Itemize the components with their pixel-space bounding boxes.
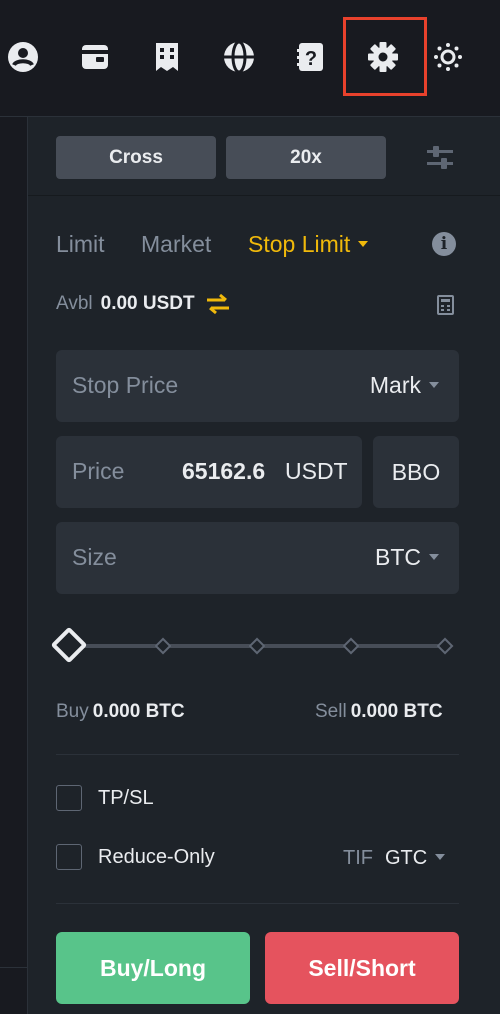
stop-trigger-select[interactable]: Mark bbox=[370, 372, 439, 399]
reduce-only-option[interactable]: Reduce-Only bbox=[56, 844, 215, 870]
available-balance: Avbl 0.00 USDT bbox=[56, 293, 231, 315]
tpsl-label: TP/SL bbox=[98, 786, 154, 809]
caret-down-icon bbox=[358, 240, 369, 247]
sell-max-label: Sell bbox=[315, 701, 347, 722]
tif-select[interactable]: TIF GTC bbox=[343, 847, 446, 870]
size-field[interactable]: Size BTC bbox=[56, 522, 459, 594]
svg-text:?: ? bbox=[305, 48, 317, 70]
account-icon[interactable] bbox=[6, 40, 40, 74]
tab-limit[interactable]: Limit bbox=[56, 231, 105, 258]
wallet-icon[interactable] bbox=[78, 40, 112, 74]
size-unit-select[interactable]: BTC bbox=[375, 544, 439, 571]
available-label: Avbl bbox=[56, 293, 93, 314]
price-unit: USDT bbox=[285, 458, 348, 484]
tab-market[interactable]: Market bbox=[141, 231, 211, 258]
adjust-sliders-icon[interactable] bbox=[425, 143, 455, 173]
settings-highlight-box bbox=[343, 17, 427, 96]
margin-mode-button[interactable]: Cross bbox=[56, 136, 216, 179]
sell-short-button[interactable]: Sell/Short bbox=[265, 932, 459, 1004]
slider-step-100[interactable] bbox=[436, 637, 454, 655]
reduce-only-label: Reduce-Only bbox=[98, 845, 215, 868]
bbo-button[interactable]: BBO bbox=[373, 436, 459, 508]
orders-icon[interactable] bbox=[150, 40, 184, 74]
panel-divider bbox=[28, 195, 500, 196]
price-value[interactable]: 65162.6 bbox=[182, 458, 265, 485]
size-label: Size bbox=[72, 544, 117, 570]
reduce-only-checkbox[interactable] bbox=[56, 844, 82, 870]
caret-down-icon bbox=[429, 553, 439, 560]
slider-step-75[interactable] bbox=[342, 637, 360, 655]
buy-max-label: Buy bbox=[56, 701, 89, 722]
available-value: 0.00 USDT bbox=[100, 293, 195, 314]
tif-value: GTC bbox=[385, 847, 428, 869]
buy-long-button[interactable]: Buy/Long bbox=[56, 932, 250, 1004]
theme-sun-icon[interactable] bbox=[431, 40, 465, 74]
price-field[interactable]: Price 65162.6 USDT bbox=[56, 436, 362, 508]
tpsl-checkbox[interactable] bbox=[56, 785, 82, 811]
tpsl-option[interactable]: TP/SL bbox=[56, 785, 154, 811]
tab-stop-limit-label: Stop Limit bbox=[248, 231, 351, 257]
left-pane bbox=[0, 117, 28, 1014]
slider-step-25[interactable] bbox=[154, 637, 172, 655]
sell-max-info: Sell 0.000 BTC bbox=[315, 701, 443, 723]
stop-price-label: Stop Price bbox=[72, 372, 179, 398]
slider-thumb[interactable] bbox=[50, 626, 88, 664]
leverage-button[interactable]: 20x bbox=[226, 136, 386, 179]
top-toolbar: ? bbox=[0, 0, 500, 117]
tab-stop-limit[interactable]: Stop Limit bbox=[248, 231, 369, 258]
caret-down-icon bbox=[435, 853, 446, 860]
language-icon[interactable] bbox=[222, 40, 256, 74]
order-entry-panel: Cross 20x Limit Market Stop Limit i Avbl… bbox=[28, 117, 500, 1014]
tif-label: TIF bbox=[343, 847, 373, 869]
stop-price-field[interactable]: Stop Price Mark bbox=[56, 350, 459, 422]
transfer-swap-icon[interactable] bbox=[205, 293, 231, 315]
price-label: Price bbox=[72, 458, 125, 484]
slider-step-50[interactable] bbox=[248, 637, 266, 655]
size-unit-value: BTC bbox=[375, 544, 421, 570]
calculator-icon[interactable] bbox=[437, 295, 454, 315]
sell-max-value: 0.000 BTC bbox=[350, 701, 443, 722]
divider bbox=[56, 754, 459, 755]
info-icon[interactable]: i bbox=[432, 232, 456, 256]
help-icon[interactable]: ? bbox=[294, 40, 328, 74]
buy-max-value: 0.000 BTC bbox=[92, 701, 185, 722]
stop-trigger-value: Mark bbox=[369, 372, 421, 398]
divider bbox=[56, 903, 459, 904]
caret-down-icon bbox=[429, 381, 439, 388]
buy-max-info: Buy 0.000 BTC bbox=[56, 701, 185, 723]
